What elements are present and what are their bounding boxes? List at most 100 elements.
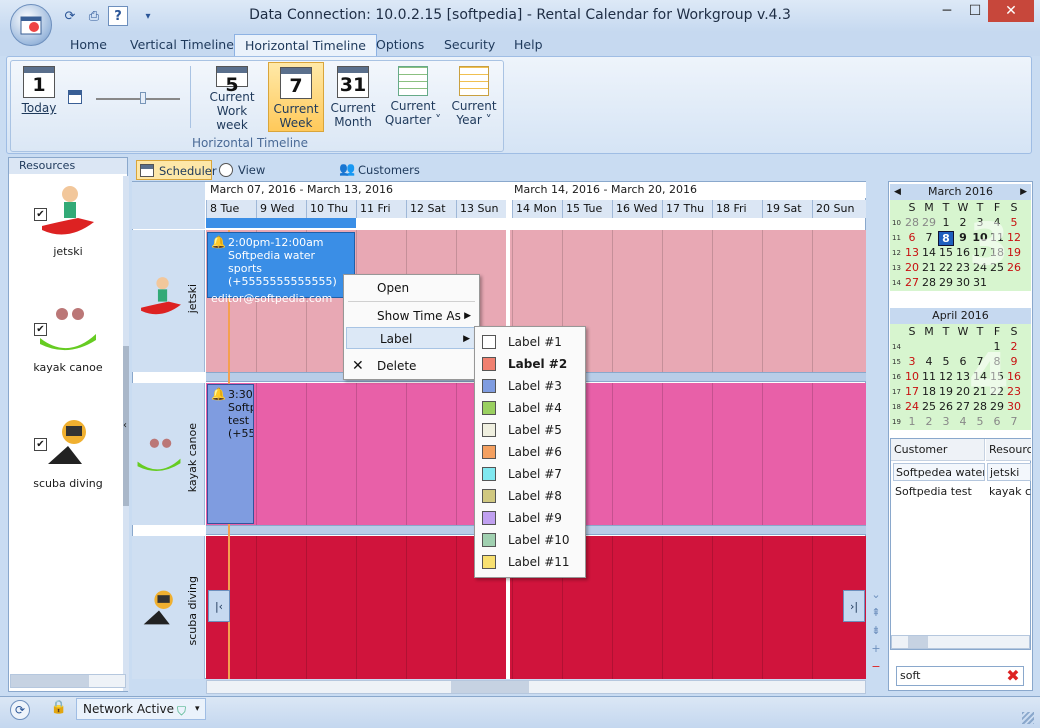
calendar-day[interactable]: 28 bbox=[904, 216, 920, 229]
calendar-day[interactable]: 14 bbox=[921, 246, 937, 259]
network-status[interactable]: Network Active ⛉ ▾ bbox=[76, 698, 206, 720]
current-week-button[interactable]: 7 Current Week bbox=[268, 62, 324, 132]
calendar-day[interactable]: 14 bbox=[972, 370, 988, 383]
tab-customers[interactable]: 👥 Customers bbox=[336, 160, 420, 180]
next-appointment-button[interactable]: ›| bbox=[843, 590, 865, 622]
calendar-day[interactable]: 2 bbox=[955, 216, 971, 229]
calendar-day[interactable]: 3 bbox=[938, 415, 954, 428]
calendar-day[interactable]: 25 bbox=[989, 261, 1005, 274]
day-header-10[interactable]: 18 Fri bbox=[712, 200, 762, 218]
calendar-day[interactable]: 1 bbox=[989, 340, 1005, 353]
calendar-day[interactable]: 18 bbox=[989, 246, 1005, 259]
day-header-7[interactable]: 15 Tue bbox=[562, 200, 612, 218]
today-button[interactable]: 1 Today bbox=[18, 66, 60, 132]
calendar-day[interactable]: 1 bbox=[938, 216, 954, 229]
current-year-button[interactable]: Current Year ˅ bbox=[448, 66, 500, 132]
tab-vertical-timeline[interactable]: Vertical Timeline bbox=[120, 34, 244, 56]
day-header-6[interactable]: 14 Mon bbox=[512, 200, 562, 218]
calendar-day[interactable]: 10 bbox=[904, 370, 920, 383]
calendar-day[interactable]: 20 bbox=[904, 261, 920, 274]
calendar-day[interactable]: 10 bbox=[972, 231, 988, 244]
current-month-button[interactable]: 31 Current Month bbox=[328, 66, 378, 132]
calendar-day[interactable]: 11 bbox=[989, 231, 1005, 244]
calendar-day[interactable]: 27 bbox=[904, 276, 920, 289]
tab-home[interactable]: Home bbox=[60, 34, 117, 56]
next-month-icon[interactable]: ▶ bbox=[1020, 184, 1027, 200]
lock-icon[interactable]: 🔒 bbox=[48, 700, 70, 720]
resize-grip-icon[interactable] bbox=[1022, 712, 1034, 724]
close-button[interactable]: ✕ bbox=[988, 0, 1034, 22]
calendar-day[interactable]: 21 bbox=[921, 261, 937, 274]
resource-item-jetski[interactable]: jetski bbox=[20, 182, 116, 258]
calendar-day[interactable]: 9 bbox=[955, 231, 971, 244]
clear-search-icon[interactable]: ✖ bbox=[1004, 667, 1022, 685]
tab-security[interactable]: Security bbox=[434, 34, 505, 56]
calendar-day[interactable]: 28 bbox=[921, 276, 937, 289]
menu-open[interactable]: Open bbox=[344, 277, 479, 299]
calendar-day[interactable]: 20 bbox=[955, 385, 971, 398]
table-row-customer[interactable]: Softpedea water sp bbox=[893, 463, 985, 481]
sync-icon[interactable]: ⟳ bbox=[10, 700, 30, 720]
calendar-day[interactable]: 4 bbox=[921, 355, 937, 368]
day-header-4[interactable]: 12 Sat bbox=[406, 200, 456, 218]
day-header-11[interactable]: 19 Sat bbox=[762, 200, 812, 218]
day-header-12[interactable]: 20 Sun bbox=[812, 200, 866, 218]
label-item-5[interactable]: Label #5 bbox=[475, 419, 585, 441]
day-header-5[interactable]: 13 Sun bbox=[456, 200, 506, 218]
calendar-day[interactable]: 19 bbox=[938, 385, 954, 398]
label-item-7[interactable]: Label #7 bbox=[475, 463, 585, 485]
calendar-day[interactable]: 19 bbox=[1006, 246, 1022, 259]
calendar-day[interactable]: 3 bbox=[972, 216, 988, 229]
resource-item-scuba-diving[interactable]: scuba diving bbox=[20, 414, 116, 490]
calendar-day[interactable]: 25 bbox=[921, 400, 937, 413]
calendar-day[interactable]: 7 bbox=[921, 231, 937, 244]
label-item-6[interactable]: Label #6 bbox=[475, 441, 585, 463]
calendar-day[interactable]: 1 bbox=[904, 415, 920, 428]
calendar-day[interactable]: 17 bbox=[972, 246, 988, 259]
calendar-day[interactable]: 15 bbox=[938, 246, 954, 259]
day-header-8[interactable]: 16 Wed bbox=[612, 200, 662, 218]
resources-hscrollbar[interactable] bbox=[10, 674, 126, 688]
col-header-resource[interactable]: Resource bbox=[986, 439, 1031, 461]
calendar-day[interactable]: 26 bbox=[938, 400, 954, 413]
calendar-day[interactable]: 2 bbox=[1006, 340, 1022, 353]
calendar-day[interactable]: 29 bbox=[989, 400, 1005, 413]
scheduler-hscrollbar[interactable] bbox=[206, 680, 866, 694]
calendar-day[interactable]: 9 bbox=[1006, 355, 1022, 368]
app-menu-button[interactable] bbox=[10, 4, 52, 46]
calendar-day[interactable]: 29 bbox=[938, 276, 954, 289]
calendar-day[interactable]: 31 bbox=[972, 276, 988, 289]
calendar-day[interactable]: 23 bbox=[1006, 385, 1022, 398]
calendar-day[interactable]: 24 bbox=[972, 261, 988, 274]
calendar-day[interactable]: 21 bbox=[972, 385, 988, 398]
calendar-day[interactable]: 29 bbox=[921, 216, 937, 229]
calendar-day[interactable]: 4 bbox=[955, 415, 971, 428]
calendar-day[interactable]: 13 bbox=[955, 370, 971, 383]
calendar-day[interactable]: 23 bbox=[955, 261, 971, 274]
menu-delete[interactable]: ✕ Delete bbox=[344, 355, 479, 377]
label-item-1[interactable]: Label #1 bbox=[475, 331, 585, 353]
calendar-day[interactable]: 16 bbox=[1006, 370, 1022, 383]
calendar-day[interactable]: 12 bbox=[1006, 231, 1022, 244]
calendar-day[interactable]: 26 bbox=[1006, 261, 1022, 274]
day-header-2[interactable]: 10 Thu bbox=[306, 200, 356, 218]
calendar-day[interactable]: 8 bbox=[938, 231, 954, 246]
label-item-11[interactable]: Label #11 bbox=[475, 551, 585, 573]
zoom-controls[interactable]: ⌄ ⇞ ⇟ + − bbox=[868, 586, 884, 680]
calendar-day[interactable]: 4 bbox=[989, 216, 1005, 229]
calendar-day[interactable]: 22 bbox=[938, 261, 954, 274]
tab-options[interactable]: Options bbox=[366, 34, 434, 56]
prev-appointment-button[interactable]: |‹ bbox=[208, 590, 230, 622]
calendar-day[interactable]: 30 bbox=[955, 276, 971, 289]
calendar-day[interactable]: 6 bbox=[904, 231, 920, 244]
customers-hscrollbar[interactable] bbox=[891, 635, 1030, 649]
collapse-arrow-icon[interactable]: ‹ bbox=[123, 420, 127, 431]
calendar-day[interactable]: 13 bbox=[904, 246, 920, 259]
day-header-0[interactable]: 8 Tue bbox=[206, 200, 256, 218]
calendar-day[interactable]: 5 bbox=[972, 415, 988, 428]
label-item-8[interactable]: Label #8 bbox=[475, 485, 585, 507]
tab-horizontal-timeline[interactable]: Horizontal Timeline bbox=[234, 34, 377, 56]
zoom-slider[interactable] bbox=[96, 90, 180, 106]
calendar-day[interactable]: 24 bbox=[904, 400, 920, 413]
calendar-day[interactable]: 17 bbox=[904, 385, 920, 398]
